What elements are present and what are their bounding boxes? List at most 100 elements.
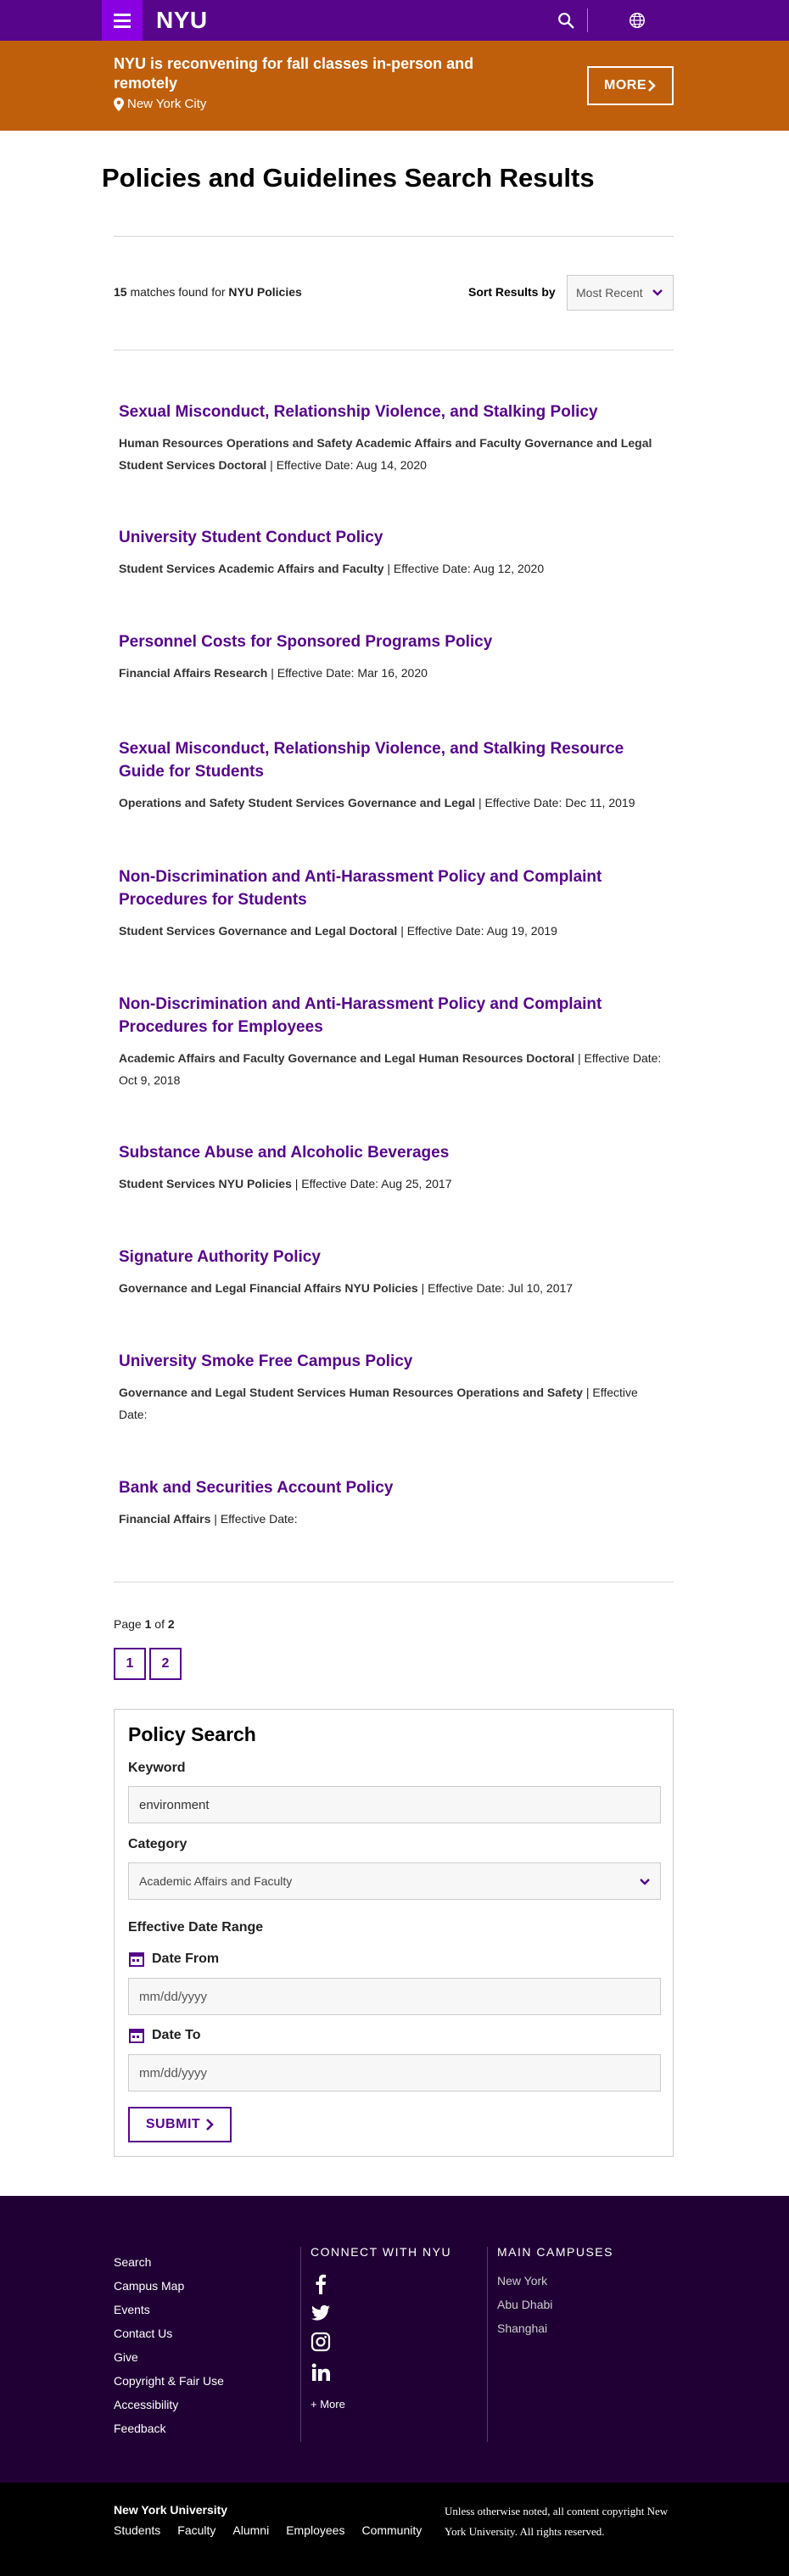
audience-link-employees[interactable]: Employees bbox=[286, 2523, 344, 2537]
footer-link-campus-map[interactable]: Campus Map bbox=[114, 2274, 224, 2298]
match-count-text: 15 matches found for NYU Policies bbox=[114, 285, 302, 299]
of-word: of bbox=[154, 1617, 165, 1631]
result-date: | Effective Date: Aug 25, 2017 bbox=[294, 1177, 452, 1190]
result-categories: Academic Affairs and Faculty Governance … bbox=[119, 1051, 575, 1065]
result-title-link[interactable]: Signature Authority Policy bbox=[119, 1246, 662, 1268]
audience-link-students[interactable]: Students bbox=[114, 2523, 160, 2537]
result-title-link[interactable]: Bank and Securities Account Policy bbox=[119, 1476, 662, 1499]
result-date: | Effective Date: Aug 19, 2019 bbox=[400, 924, 557, 938]
result-title-link[interactable]: Substance Abuse and Alcoholic Beverages bbox=[119, 1141, 662, 1164]
category-select-value: Academic Affairs and Faculty bbox=[139, 1874, 293, 1888]
result-title-link[interactable]: Sexual Misconduct, Relationship Violence… bbox=[119, 737, 662, 783]
banner-location: New York City bbox=[114, 97, 206, 111]
result-categories: Student Services Governance and Legal Do… bbox=[119, 924, 398, 938]
result-meta: Human Resources Operations and Safety Ac… bbox=[119, 432, 662, 476]
map-pin-icon bbox=[114, 97, 124, 111]
result-meta: Student Services NYU Policies | Effectiv… bbox=[119, 1173, 662, 1195]
pagination-page-2[interactable]: 2 bbox=[149, 1648, 182, 1680]
footer-link-events[interactable]: Events bbox=[114, 2298, 224, 2321]
pagination-page-1[interactable]: 1 bbox=[114, 1648, 146, 1680]
sort-select[interactable]: Most Recent bbox=[567, 275, 674, 311]
audience-link-community[interactable]: Community bbox=[361, 2523, 422, 2537]
audience-link-alumni[interactable]: Alumni bbox=[232, 2523, 269, 2537]
footer-link-search[interactable]: Search bbox=[114, 2250, 224, 2274]
result-item: University Student Conduct Policy Studen… bbox=[119, 526, 662, 580]
instagram-icon[interactable] bbox=[311, 2332, 331, 2352]
calendar-icon bbox=[129, 2029, 144, 2043]
banner-more-button[interactable]: MORE bbox=[587, 66, 674, 105]
divider bbox=[114, 236, 674, 237]
category-select[interactable]: Academic Affairs and Faculty bbox=[128, 1862, 661, 1900]
result-item: Non-Discrimination and Anti-Harassment P… bbox=[119, 865, 662, 942]
result-item: Personnel Costs for Sponsored Programs P… bbox=[119, 630, 662, 684]
result-item: University Smoke Free Campus Policy Gove… bbox=[119, 1350, 662, 1425]
date-to-input[interactable]: mm/dd/yyyy bbox=[128, 2054, 661, 2092]
keyword-input[interactable]: environment bbox=[128, 1786, 661, 1823]
page-word: Page bbox=[114, 1617, 142, 1631]
result-meta: Governance and Legal Financial Affairs N… bbox=[119, 1277, 662, 1299]
banner-title[interactable]: NYU is reconvening for fall classes in-p… bbox=[114, 54, 521, 94]
date-from-input[interactable]: mm/dd/yyyy bbox=[128, 1978, 661, 2015]
top-navigation-bar: NYU bbox=[0, 0, 789, 41]
result-title-link[interactable]: Personnel Costs for Sponsored Programs P… bbox=[119, 630, 662, 653]
hamburger-menu-icon[interactable] bbox=[102, 0, 143, 41]
result-item: Non-Discrimination and Anti-Harassment P… bbox=[119, 993, 662, 1091]
total-pages: 2 bbox=[167, 1617, 175, 1631]
result-date: | Effective Date: Aug 14, 2020 bbox=[270, 458, 427, 472]
footer-links: Search Campus Map Events Contact Us Give… bbox=[114, 2250, 224, 2440]
result-meta: Student Services Governance and Legal Do… bbox=[119, 920, 662, 942]
result-meta: Student Services Academic Affairs and Fa… bbox=[119, 557, 662, 580]
banner-more-label: MORE bbox=[604, 78, 646, 92]
footer-link-contact-us[interactable]: Contact Us bbox=[114, 2321, 224, 2345]
date-to-label: Date To bbox=[128, 2027, 200, 2044]
calendar-icon bbox=[129, 1952, 144, 1967]
search-icon[interactable] bbox=[557, 11, 575, 30]
footer-link-copyright[interactable]: Copyright & Fair Use bbox=[114, 2369, 224, 2393]
chevron-right-icon bbox=[648, 80, 656, 92]
result-date: | Effective Date: Dec 11, 2019 bbox=[478, 796, 635, 809]
result-date: | Effective Date: Mar 16, 2020 bbox=[271, 666, 428, 680]
date-from-label-text: Date From bbox=[152, 1952, 220, 1966]
main-content: Policies and Guidelines Search Results 1… bbox=[0, 131, 789, 2196]
campus-new-york[interactable]: New York bbox=[497, 2274, 547, 2288]
result-title-link[interactable]: Non-Discrimination and Anti-Harassment P… bbox=[119, 865, 662, 911]
banner-location-text: New York City bbox=[127, 97, 207, 111]
bottom-bar: New York University Students Faculty Alu… bbox=[0, 2483, 789, 2576]
linkedin-icon[interactable] bbox=[311, 2362, 331, 2383]
result-title-link[interactable]: Sexual Misconduct, Relationship Violence… bbox=[119, 400, 662, 423]
date-to-label-text: Date To bbox=[152, 2028, 201, 2042]
result-meta: Financial Affairs Research | Effective D… bbox=[119, 662, 662, 684]
result-categories: Financial Affairs bbox=[119, 1512, 211, 1526]
footer-more-link[interactable]: + More bbox=[311, 2398, 345, 2411]
footer-link-feedback[interactable]: Feedback bbox=[114, 2416, 224, 2440]
result-title-link[interactable]: University Student Conduct Policy bbox=[119, 526, 662, 549]
facebook-icon[interactable] bbox=[311, 2274, 331, 2294]
result-categories: Financial Affairs Research bbox=[119, 666, 268, 680]
category-label: Category bbox=[128, 1837, 187, 1851]
result-title-link[interactable]: Non-Discrimination and Anti-Harassment P… bbox=[119, 993, 662, 1039]
university-name[interactable]: New York University bbox=[114, 2503, 227, 2517]
result-meta: Operations and Safety Student Services G… bbox=[119, 792, 662, 814]
result-title-link[interactable]: University Smoke Free Campus Policy bbox=[119, 1350, 662, 1373]
header-divider bbox=[587, 8, 588, 32]
result-meta: Governance and Legal Student Services Hu… bbox=[119, 1381, 662, 1425]
result-meta: Academic Affairs and Faculty Governance … bbox=[119, 1047, 662, 1091]
audience-link-faculty[interactable]: Faculty bbox=[177, 2523, 215, 2537]
result-categories: Student Services Academic Affairs and Fa… bbox=[119, 562, 384, 575]
submit-button[interactable]: SUBMIT bbox=[128, 2107, 232, 2142]
footer-link-give[interactable]: Give bbox=[114, 2345, 224, 2369]
footer-link-accessibility[interactable]: Accessibility bbox=[114, 2393, 224, 2416]
footer-divider bbox=[487, 2247, 488, 2442]
result-categories: Governance and Legal Student Services Hu… bbox=[119, 1386, 583, 1399]
twitter-icon[interactable] bbox=[311, 2303, 331, 2323]
result-date: | Effective Date: bbox=[214, 1512, 298, 1526]
globe-icon[interactable] bbox=[628, 11, 646, 30]
page-title: Policies and Guidelines Search Results bbox=[102, 163, 595, 193]
nyu-logo[interactable]: NYU bbox=[156, 7, 208, 34]
campus-shanghai[interactable]: Shanghai bbox=[497, 2321, 547, 2335]
date-from-label: Date From bbox=[128, 1951, 219, 1968]
campus-abu-dhabi[interactable]: Abu Dhabi bbox=[497, 2298, 552, 2311]
chevron-down-icon bbox=[652, 289, 663, 296]
result-item: Sexual Misconduct, Relationship Violence… bbox=[119, 737, 662, 814]
result-item: Signature Authority Policy Governance an… bbox=[119, 1246, 662, 1299]
